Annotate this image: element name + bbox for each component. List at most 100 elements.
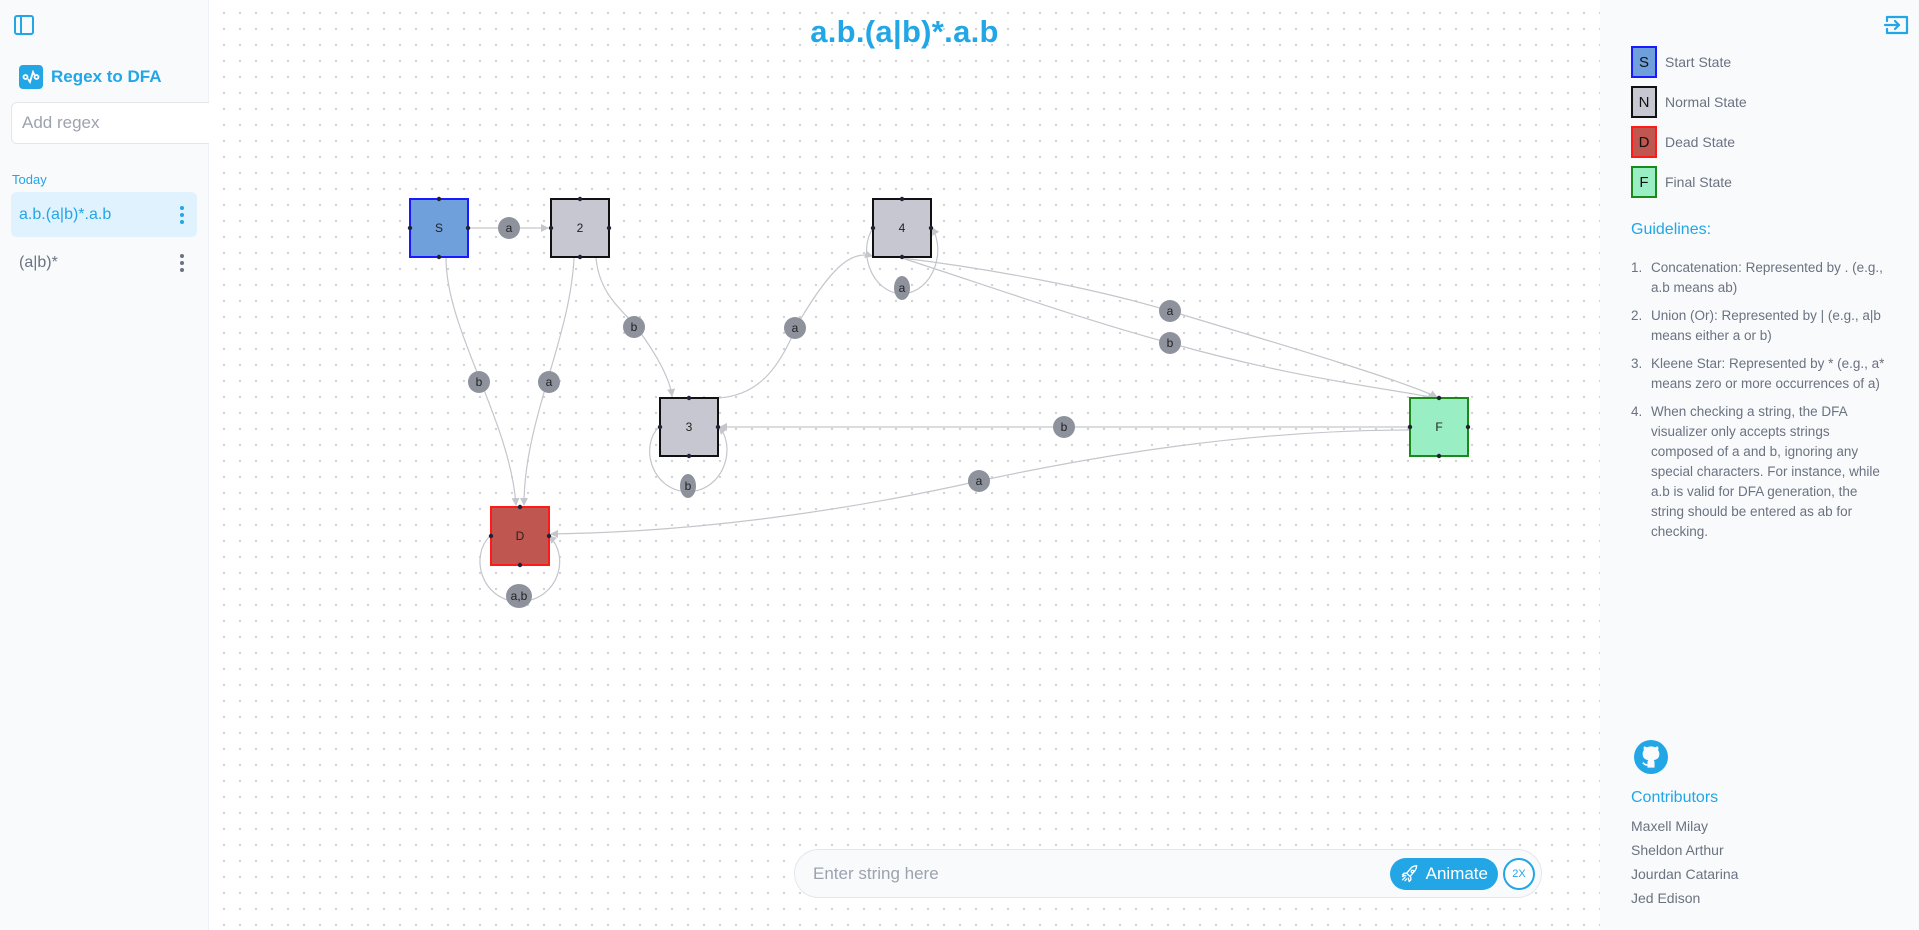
edge-label-text: b xyxy=(1167,336,1174,350)
brand-name: Regex to DFA xyxy=(51,67,162,86)
connection-handle[interactable] xyxy=(899,196,905,202)
connection-handle[interactable] xyxy=(517,504,523,510)
edge-label: b xyxy=(1053,416,1075,438)
connection-handle[interactable] xyxy=(1436,395,1442,401)
edge-label: b xyxy=(680,474,696,498)
contributors-list: Maxell Milay Sheldon Arthur Jourdan Cata… xyxy=(1631,814,1738,910)
state-legend: S Start State N Normal State D Dead Stat… xyxy=(1631,46,1747,206)
connection-handle[interactable] xyxy=(928,225,934,231)
edge-label: a,b xyxy=(506,584,532,608)
animate-button[interactable]: Animate xyxy=(1389,857,1498,890)
edge-label-text: b xyxy=(631,320,638,334)
edge-label-text: a xyxy=(546,375,553,389)
connection-handle[interactable] xyxy=(548,225,554,231)
test-string-input[interactable] xyxy=(813,863,1390,884)
guideline-text: Kleene Star: Represented by * (e.g., a* … xyxy=(1651,356,1885,391)
edge-label-text: a xyxy=(976,474,983,488)
connection-handle[interactable] xyxy=(686,453,692,459)
connection-handle[interactable] xyxy=(606,225,612,231)
guideline-text: Union (Or): Represented by | (e.g., a|b … xyxy=(1651,308,1881,343)
state-node-2[interactable]: 2 xyxy=(548,196,612,260)
connection-handle[interactable] xyxy=(899,254,905,260)
edge-label-text: a xyxy=(506,221,513,235)
contributor-name: Maxell Milay xyxy=(1631,818,1709,834)
legend-item-start: S Start State xyxy=(1631,46,1747,78)
connection-handle[interactable] xyxy=(1407,424,1413,430)
guideline-text: Concatenation: Represented by . (e.g., a… xyxy=(1651,260,1883,295)
legend-item-final: F Final State xyxy=(1631,166,1747,198)
legend-label: Final State xyxy=(1665,174,1732,190)
github-icon[interactable] xyxy=(1634,740,1668,774)
connection-handle[interactable] xyxy=(465,225,471,231)
connection-handle[interactable] xyxy=(1436,453,1442,459)
guideline-number: 1. xyxy=(1631,260,1643,275)
edge-label-text: a xyxy=(899,281,906,295)
legend-label: Dead State xyxy=(1665,134,1736,150)
connection-handle[interactable] xyxy=(657,424,663,430)
connection-handle[interactable] xyxy=(436,196,442,202)
history-item-label: a.b.(a|b)*.a.b xyxy=(19,205,112,223)
edge-label-text: b xyxy=(476,375,483,389)
edge-4-to-F xyxy=(901,257,1438,398)
state-label: 4 xyxy=(899,221,906,235)
connection-handle[interactable] xyxy=(577,196,583,202)
speed-toggle-button[interactable]: 2X xyxy=(1503,857,1535,890)
guideline-number: 4. xyxy=(1631,404,1643,419)
edge-label: b xyxy=(1159,332,1181,354)
edge-label-text: a,b xyxy=(511,589,528,603)
edge-label: b xyxy=(623,316,645,338)
edge-label-text: a xyxy=(792,321,799,335)
panel-left-icon[interactable] xyxy=(12,13,36,37)
guideline-number: 3. xyxy=(1631,356,1643,371)
state-node-D[interactable]: D xyxy=(488,504,552,568)
edge-label: a xyxy=(538,371,560,393)
connection-handle[interactable] xyxy=(546,533,552,539)
history-item[interactable]: a.b.(a|b)*.a.b xyxy=(11,192,197,237)
history-item[interactable]: (a|b)* xyxy=(11,240,197,285)
state-node-4[interactable]: 4 xyxy=(870,196,934,260)
state-node-3[interactable]: 3 xyxy=(657,395,721,459)
dfa-graph[interactable]: S 2 3 4 D F a b a b b a a a b b a a,b xyxy=(209,0,1600,930)
app-root: Regex to DFA Today a.b.(a|b)*.a.b (a|b)*… xyxy=(0,0,1919,930)
string-checker: Animate 2X xyxy=(794,849,1542,898)
legend-item-dead: D Dead State xyxy=(1631,126,1747,158)
contributors-title: Contributors xyxy=(1631,789,1719,806)
guideline-item: 1. Concatenation: Represented by . (e.g.… xyxy=(1631,258,1891,298)
animate-label: Animate xyxy=(1425,863,1488,883)
state-node-S[interactable]: S xyxy=(407,196,471,260)
brand: Regex to DFA xyxy=(19,65,162,89)
connection-handle[interactable] xyxy=(517,562,523,568)
info-panel: S Start State N Normal State D Dead Stat… xyxy=(1600,0,1919,930)
connection-handle[interactable] xyxy=(1465,424,1471,430)
rocket-icon xyxy=(1401,864,1417,882)
connection-handle[interactable] xyxy=(488,533,494,539)
state-node-F[interactable]: F xyxy=(1407,395,1471,459)
edge-label: a xyxy=(968,470,990,492)
connection-handle[interactable] xyxy=(686,395,692,401)
connection-handle[interactable] xyxy=(577,254,583,260)
guideline-number: 2. xyxy=(1631,308,1643,323)
more-options-icon[interactable] xyxy=(177,205,187,225)
guidelines-list: 1. Concatenation: Represented by . (e.g.… xyxy=(1631,258,1891,550)
connection-handle[interactable] xyxy=(407,225,413,231)
edge-label: a xyxy=(784,317,806,339)
dead-state-swatch: D xyxy=(1631,126,1657,158)
guideline-item: 2. Union (Or): Represented by | (e.g., a… xyxy=(1631,306,1891,346)
edge-label: a xyxy=(1159,300,1181,322)
legend-label: Start State xyxy=(1665,54,1732,70)
guideline-item: 3. Kleene Star: Represented by * (e.g., … xyxy=(1631,354,1891,394)
state-label: 3 xyxy=(686,420,693,434)
connection-handle[interactable] xyxy=(870,225,876,231)
edge-label: b xyxy=(468,371,490,393)
dfa-canvas[interactable]: a.b.(a|b)*.a.b S234DF ababbaaabbaa,b Ani… xyxy=(209,0,1600,930)
more-options-icon[interactable] xyxy=(177,253,187,273)
history-group-label: Today xyxy=(12,172,47,187)
state-label: S xyxy=(435,221,443,235)
exit-panel-icon[interactable] xyxy=(1883,13,1910,37)
connection-handle[interactable] xyxy=(436,254,442,260)
edge-label: a xyxy=(894,276,910,300)
final-state-swatch: F xyxy=(1631,166,1657,198)
sidebar: Regex to DFA Today a.b.(a|b)*.a.b (a|b)* xyxy=(0,0,275,930)
edge-label: a xyxy=(498,217,520,239)
connection-handle[interactable] xyxy=(715,424,721,430)
